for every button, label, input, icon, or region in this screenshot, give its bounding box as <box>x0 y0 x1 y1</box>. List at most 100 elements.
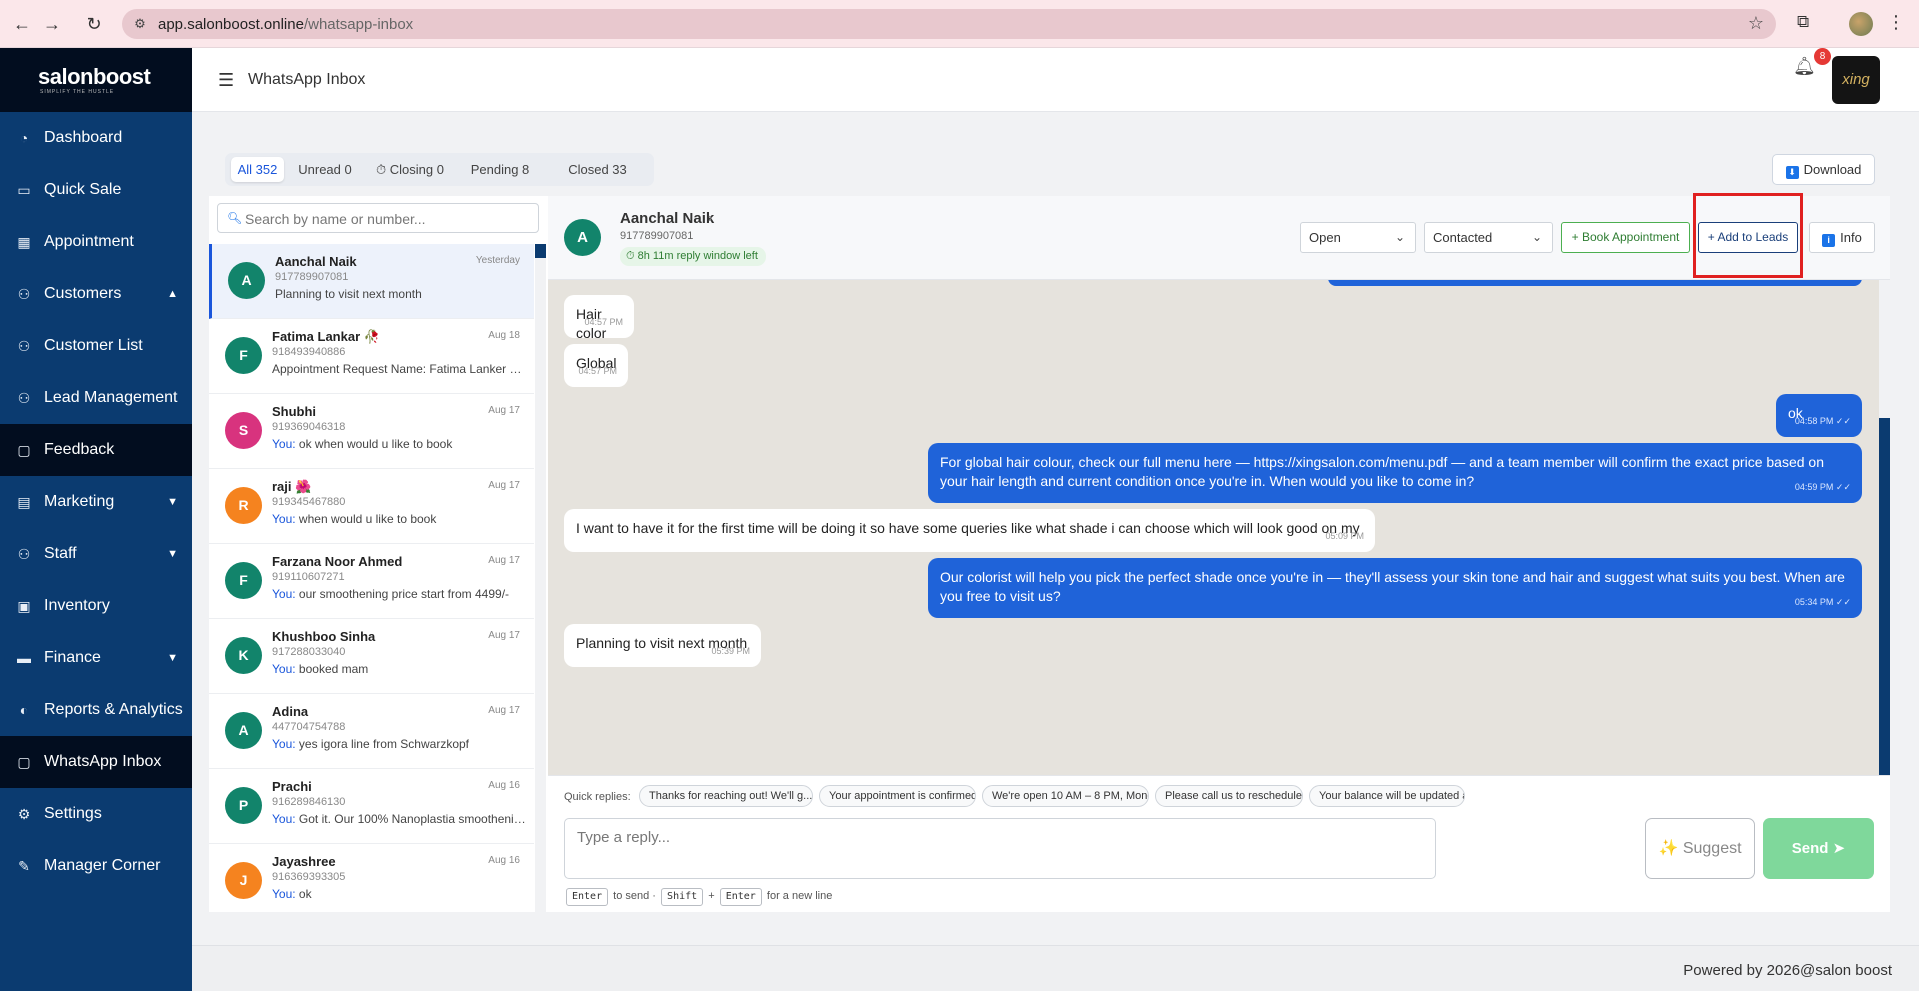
sidebar-item-customers[interactable]: ⚇ Customers ▲ <box>0 268 192 320</box>
logo-tagline: SIMPLIFY THE HUSTLE <box>40 89 115 95</box>
preview-text: Appointment Request Name: Fatima Lanker … <box>272 362 527 376</box>
sidebar-item-customer-list[interactable]: ⚇ Customer List <box>0 320 192 372</box>
chevron-down-icon[interactable]: ▼ <box>167 652 178 664</box>
sidebar-item-whatsapp-inbox[interactable]: ▢ WhatsApp Inbox <box>0 736 192 788</box>
list-item[interactable]: A Adina Aug 17 447704754788 You: yes igora l… <box>209 694 534 769</box>
you-prefix: You: <box>272 737 296 751</box>
browser-menu-icon[interactable]: ⋮ <box>1887 12 1905 33</box>
search-input[interactable] <box>245 209 530 229</box>
notification-badge: 8 <box>1814 48 1831 65</box>
message-bubble-incoming: Planning to visit next month 05:39 PM <box>564 624 761 667</box>
info-button[interactable]: i Info <box>1809 222 1875 253</box>
notification-bell-icon[interactable]: 🔔︎ <box>1793 56 1816 77</box>
stage-select[interactable]: Contacted ⌄ <box>1424 222 1553 253</box>
sidebar-item-feedback[interactable]: ▢ Feedback <box>0 424 192 476</box>
list-item[interactable]: F Farzana Noor Ahmed Aug 17 919110607271 You… <box>209 544 534 619</box>
sidebar-item-staff[interactable]: ⚇ Staff ▼ <box>0 528 192 580</box>
sidebar-item-inventory[interactable]: ▣ Inventory <box>0 580 192 632</box>
forward-icon[interactable]: → <box>40 12 64 36</box>
tab-all[interactable]: All 352 <box>231 157 284 182</box>
sidebar-item-marketing[interactable]: ▤ Marketing ▼ <box>0 476 192 528</box>
suggest-button[interactable]: ✨ Suggest <box>1645 818 1755 879</box>
sidebar-item-label: Dashboard <box>44 129 123 146</box>
contact-phone: 918493940886 <box>272 346 346 358</box>
sidebar-item-label: Finance <box>44 649 101 666</box>
quick-reply-chip[interactable]: Your appointment is confirmed. S... <box>819 785 976 807</box>
contact-avatar: F <box>225 562 262 599</box>
chevron-up-icon[interactable]: ▲ <box>167 288 178 300</box>
message-preview: You: our smoothening price start from 44… <box>272 587 527 601</box>
conversation-list: A Aanchal Naik Yesterday 917789907081 Planni… <box>209 244 534 912</box>
download-icon: ⬇ <box>1785 166 1799 179</box>
quick-reply-chip[interactable]: We're open 10 AM – 8 PM, Monday ... <box>982 785 1149 807</box>
tab-closed[interactable]: Closed 33 <box>545 157 650 182</box>
sidebar-item-settings[interactable]: ⚙ Settings <box>0 788 192 840</box>
search-box[interactable]: 🔍︎ <box>217 203 539 233</box>
quick-reply-chip[interactable]: Your balance will be updated at ... <box>1309 785 1465 807</box>
list-item[interactable]: S Shubhi Aug 17 919369046318 You: ok when wo… <box>209 394 534 469</box>
sidebar-item-quick-sale[interactable]: ▭ Quick Sale <box>0 164 192 216</box>
extensions-icon[interactable]: ⧉ <box>1797 12 1809 32</box>
card-icon: ▬ <box>17 650 31 666</box>
list-item[interactable]: J Jayashree Aug 16 916369393305 You: ok <box>209 844 534 912</box>
message-time: 04:59 PM ✓✓ <box>1794 482 1851 492</box>
back-icon[interactable]: ← <box>10 12 34 36</box>
quick-reply-chip[interactable]: Please call us to reschedule you... <box>1155 785 1303 807</box>
message-time: 05:09 PM <box>1325 531 1364 541</box>
list-item[interactable]: A Aanchal Naik Yesterday 917789907081 Planni… <box>209 244 534 319</box>
list-item[interactable]: K Khushboo Sinha Aug 17 917288033040 You: bo… <box>209 619 534 694</box>
preview-text: booked mam <box>295 662 369 676</box>
add-to-leads-button[interactable]: + Add to Leads <box>1698 222 1798 253</box>
shift-key: Shift <box>661 888 704 906</box>
download-button[interactable]: ⬇ Download <box>1772 154 1875 185</box>
site-info-icon[interactable]: ⚙ <box>132 16 148 32</box>
url-text[interactable]: app.salonboost.online/whatsapp-inbox <box>158 16 413 33</box>
conversation-scrollbar[interactable] <box>535 244 546 912</box>
list-item[interactable]: Rraji 🌺 Aug 17 919345467880 You: when would… <box>209 469 534 544</box>
quick-reply-chip[interactable]: Thanks for reaching out! We'll g... <box>639 785 813 807</box>
timer-icon: ⏱ <box>376 162 390 177</box>
tab-pending[interactable]: Pending 8 <box>462 157 538 182</box>
brand-avatar[interactable]: xing <box>1832 56 1880 104</box>
tab-unread[interactable]: Unread 0 <box>292 157 358 182</box>
sidebar-item-reports-analytics[interactable]: ◐ Reports & Analytics <box>0 684 192 736</box>
you-prefix: You: <box>272 512 296 526</box>
logo-area[interactable]: salonboost SIMPLIFY THE HUSTLE <box>0 48 192 112</box>
timer-icon: ⏱ <box>626 250 638 262</box>
list-item[interactable]: P Prachi Aug 16 916289846130 You: Got it. Ou… <box>209 769 534 844</box>
sidebar-item-manager-corner[interactable]: ✎ Manager Corner <box>0 840 192 892</box>
sidebar: salonboost SIMPLIFY THE HUSTLE ◔ Dashboar… <box>0 48 192 991</box>
send-button[interactable]: Send ➤ <box>1763 818 1874 879</box>
address-bar[interactable]: ⚙ app.salonboost.online/whatsapp-inbox ☆ <box>122 9 1776 39</box>
sidebar-item-appointment[interactable]: ▦ Appointment <box>0 216 192 268</box>
message-text: Our colorist will help you pick the perf… <box>940 569 1845 604</box>
scrollbar-thumb[interactable] <box>535 244 546 258</box>
list-item[interactable]: F Fatima Lankar 🥀 Aug 18 918493940886 Appoin… <box>209 319 534 394</box>
quick-replies-label: Quick replies: <box>564 791 631 803</box>
sidebar-item-lead-management[interactable]: ⚇ Lead Management <box>0 372 192 424</box>
reply-input[interactable] <box>577 829 1422 869</box>
tab-closing[interactable]: ⏱ Closing 0 <box>365 157 455 182</box>
contact-name[interactable]: Aanchal Naik <box>620 210 714 227</box>
chevron-down-icon[interactable]: ▼ <box>167 548 178 560</box>
chevron-right-icon[interactable]: › <box>708 210 712 225</box>
message-scrollbar[interactable] <box>1879 280 1890 775</box>
reply-window-badge: ⏱ 8h 11m reply window left <box>620 247 766 266</box>
sidebar-item-finance[interactable]: ▬ Finance ▼ <box>0 632 192 684</box>
you-prefix: You: <box>272 437 296 451</box>
sidebar-item-label: Customer List <box>44 337 143 354</box>
scrollbar-thumb[interactable] <box>1879 418 1890 775</box>
conversation-date: Yesterday <box>475 255 520 266</box>
reload-icon[interactable]: ↻ <box>82 12 106 36</box>
hamburger-menu-icon[interactable]: ☰ <box>218 70 234 91</box>
sidebar-item-label: Inventory <box>44 597 110 614</box>
message-preview: Planning to visit next month <box>275 287 530 301</box>
bookmark-star-icon[interactable]: ☆ <box>1748 13 1764 34</box>
status-select[interactable]: Open ⌄ <box>1300 222 1416 253</box>
chevron-down-icon[interactable]: ▼ <box>167 496 178 508</box>
reply-box[interactable] <box>564 818 1436 879</box>
sidebar-item-dashboard[interactable]: ◔ Dashboard <box>0 112 192 164</box>
profile-avatar[interactable] <box>1849 12 1873 36</box>
preview-text: ok when would u like to book <box>295 437 453 451</box>
book-appointment-button[interactable]: + Book Appointment <box>1561 222 1690 253</box>
